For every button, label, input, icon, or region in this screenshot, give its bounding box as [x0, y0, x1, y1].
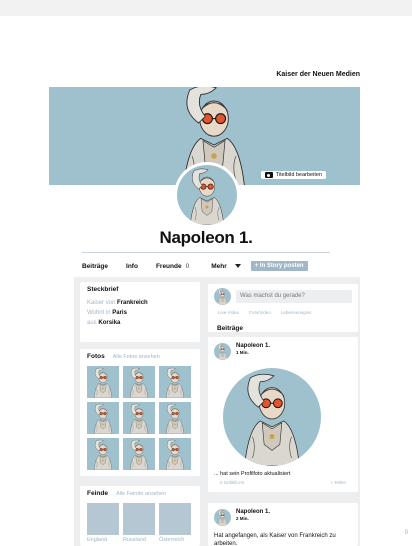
- photo-grid: [87, 366, 193, 470]
- live-video-button[interactable]: Live-Video: [218, 310, 239, 315]
- post-card: Napoleon 1. 2 Min. Hat angefangen, als K…: [208, 503, 358, 546]
- post-author[interactable]: Napoleon 1.: [236, 343, 270, 349]
- photo-thumbnail[interactable]: [87, 366, 119, 398]
- profile-name: Napoleon 1.: [159, 228, 253, 247]
- friends-count: 0: [185, 262, 190, 270]
- page-number: 9: [404, 530, 408, 536]
- tab-beitraege[interactable]: Beiträge: [82, 263, 108, 270]
- post-text: ... hat sein Profilfoto aktualisiert: [214, 471, 291, 477]
- photo-thumbnail[interactable]: [123, 402, 155, 434]
- photo-thumbnail[interactable]: [87, 402, 119, 434]
- like-button[interactable]: 0 Gefällt mir: [220, 480, 244, 485]
- steckbrief-title: Steckbrief: [87, 286, 119, 293]
- tab-mehr[interactable]: Mehr: [211, 263, 241, 270]
- posts-section-title: Beiträge: [217, 325, 244, 332]
- enemy-avatar: [87, 503, 119, 535]
- tab-mehr-label: Mehr: [211, 262, 227, 270]
- photo-thumbnail[interactable]: [123, 366, 155, 398]
- edit-cover-button[interactable]: Titelbild bearbeiten: [260, 171, 326, 179]
- feinde-card: Feinde Alle Feinde ansehen England Russl…: [80, 486, 200, 546]
- camera-icon: [264, 172, 273, 178]
- share-label: Teilen: [334, 480, 346, 485]
- enemy-avatar: [159, 503, 191, 535]
- status-input[interactable]: Was machst du gerade?: [236, 290, 352, 303]
- divider: [82, 252, 330, 253]
- post-time: 1 Min.: [236, 350, 249, 355]
- fact-value[interactable]: Korsika: [98, 320, 120, 326]
- enemy-item[interactable]: Österreich: [159, 503, 191, 543]
- fact-row: Wohnt in Paris: [87, 308, 193, 318]
- life-event-button[interactable]: Lebensereignis: [281, 310, 312, 315]
- caret-down-icon: [234, 264, 241, 268]
- all-enemies-link[interactable]: Alle Feinde ansehen: [116, 491, 166, 497]
- fact-value[interactable]: Paris: [112, 310, 127, 316]
- steckbrief-card: Steckbrief Kaiser von Frankreich Wohnt i…: [80, 282, 200, 342]
- photo-thumbnail[interactable]: [159, 438, 191, 470]
- profile-image: [189, 168, 225, 225]
- post-author[interactable]: Napoleon 1.: [236, 509, 270, 515]
- photo-thumbnail[interactable]: [159, 366, 191, 398]
- post-story-button[interactable]: + In Story posten: [250, 261, 308, 271]
- share-button[interactable]: + Teilen: [330, 480, 346, 485]
- photo-video-button[interactable]: Foto/Video: [249, 310, 271, 315]
- tab-info[interactable]: Info: [126, 263, 138, 270]
- edit-cover-label: Titelbild bearbeiten: [275, 172, 322, 178]
- profile-tabs: Beiträge Info Freunde 0 Mehr + In Story …: [82, 259, 338, 273]
- post-image[interactable]: [223, 368, 321, 466]
- fact-prefix: Kaiser von: [87, 300, 116, 306]
- tab-freunde[interactable]: Freunde 0: [156, 263, 189, 270]
- fact-prefix: Wohnt in: [87, 310, 111, 316]
- fotos-title: Fotos: [87, 353, 105, 360]
- fact-row: aus Korsika: [87, 318, 193, 328]
- enemy-item[interactable]: England: [87, 503, 119, 543]
- tab-freunde-label: Freunde: [155, 262, 182, 270]
- post-text: Hat angefangen, als Kaiser von Frankreic…: [214, 533, 336, 546]
- photo-thumbnail[interactable]: [159, 402, 191, 434]
- enemy-item[interactable]: Russland: [123, 503, 155, 543]
- photo-thumbnail[interactable]: [123, 438, 155, 470]
- enemy-name: Österreich: [159, 537, 185, 543]
- profile-picture[interactable]: [174, 162, 240, 228]
- avatar[interactable]: [214, 509, 231, 526]
- fact-prefix: aus: [87, 320, 97, 326]
- all-photos-link[interactable]: Alle Fotos ansehen: [113, 354, 160, 360]
- top-band: [0, 0, 412, 16]
- fact-row: Kaiser von Frankreich: [87, 298, 193, 308]
- fact-value[interactable]: Frankreich: [117, 300, 148, 306]
- post-time: 2 Min.: [236, 516, 249, 521]
- avatar[interactable]: [214, 343, 231, 360]
- post-card: Napoleon 1. 1 Min. ... hat sein Profilfo…: [208, 337, 358, 492]
- avatar: [214, 288, 231, 305]
- enemy-name: England: [87, 537, 108, 543]
- photo-thumbnail[interactable]: [87, 438, 119, 470]
- fotos-card: Fotos Alle Fotos ansehen: [80, 349, 200, 476]
- page-header-title: Kaiser der Neuen Medien: [276, 71, 360, 78]
- feinde-title: Feinde: [87, 490, 108, 497]
- enemy-avatar: [123, 503, 155, 535]
- enemy-name: Russland: [123, 537, 146, 543]
